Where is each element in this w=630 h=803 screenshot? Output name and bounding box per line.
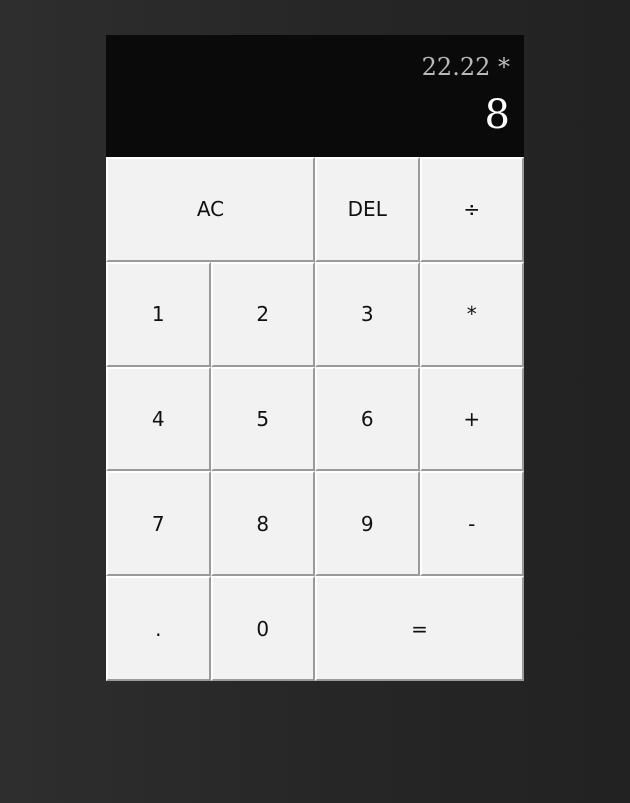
delete-button[interactable]: DEL bbox=[315, 157, 420, 262]
digit-2-button[interactable]: 2 bbox=[210, 261, 315, 367]
digit-9-button[interactable]: 9 bbox=[315, 471, 420, 577]
digit-8-button[interactable]: 8 bbox=[210, 471, 315, 577]
all-clear-button[interactable]: AC bbox=[106, 157, 315, 262]
digit-0-button[interactable]: 0 bbox=[210, 576, 315, 681]
divide-button[interactable]: ÷ bbox=[419, 157, 524, 262]
digit-4-button[interactable]: 4 bbox=[106, 366, 211, 472]
digit-5-button[interactable]: 5 bbox=[210, 366, 315, 472]
digit-3-button[interactable]: 3 bbox=[315, 261, 420, 367]
plus-icon: + bbox=[463, 406, 481, 431]
digit-1-button[interactable]: 1 bbox=[106, 261, 211, 367]
multiply-icon: * bbox=[466, 302, 477, 327]
current-operand: 8 bbox=[484, 92, 510, 138]
equals-button[interactable]: = bbox=[315, 576, 524, 681]
calculator: 22.22 * 8 AC DEL ÷ 1 2 3 * 4 5 6 + 7 8 9… bbox=[106, 35, 524, 681]
previous-operand: 22.22 * bbox=[421, 53, 510, 81]
subtract-button[interactable]: - bbox=[419, 471, 524, 577]
display: 22.22 * 8 bbox=[106, 35, 524, 157]
keypad: AC DEL ÷ 1 2 3 * 4 5 6 + 7 8 9 - . 0 = bbox=[106, 157, 524, 681]
digit-7-button[interactable]: 7 bbox=[106, 471, 211, 577]
decimal-button[interactable]: . bbox=[106, 576, 211, 681]
multiply-button[interactable]: * bbox=[419, 261, 524, 367]
divide-icon: ÷ bbox=[463, 197, 481, 222]
add-button[interactable]: + bbox=[419, 366, 524, 472]
minus-icon: - bbox=[468, 511, 476, 536]
digit-6-button[interactable]: 6 bbox=[315, 366, 420, 472]
